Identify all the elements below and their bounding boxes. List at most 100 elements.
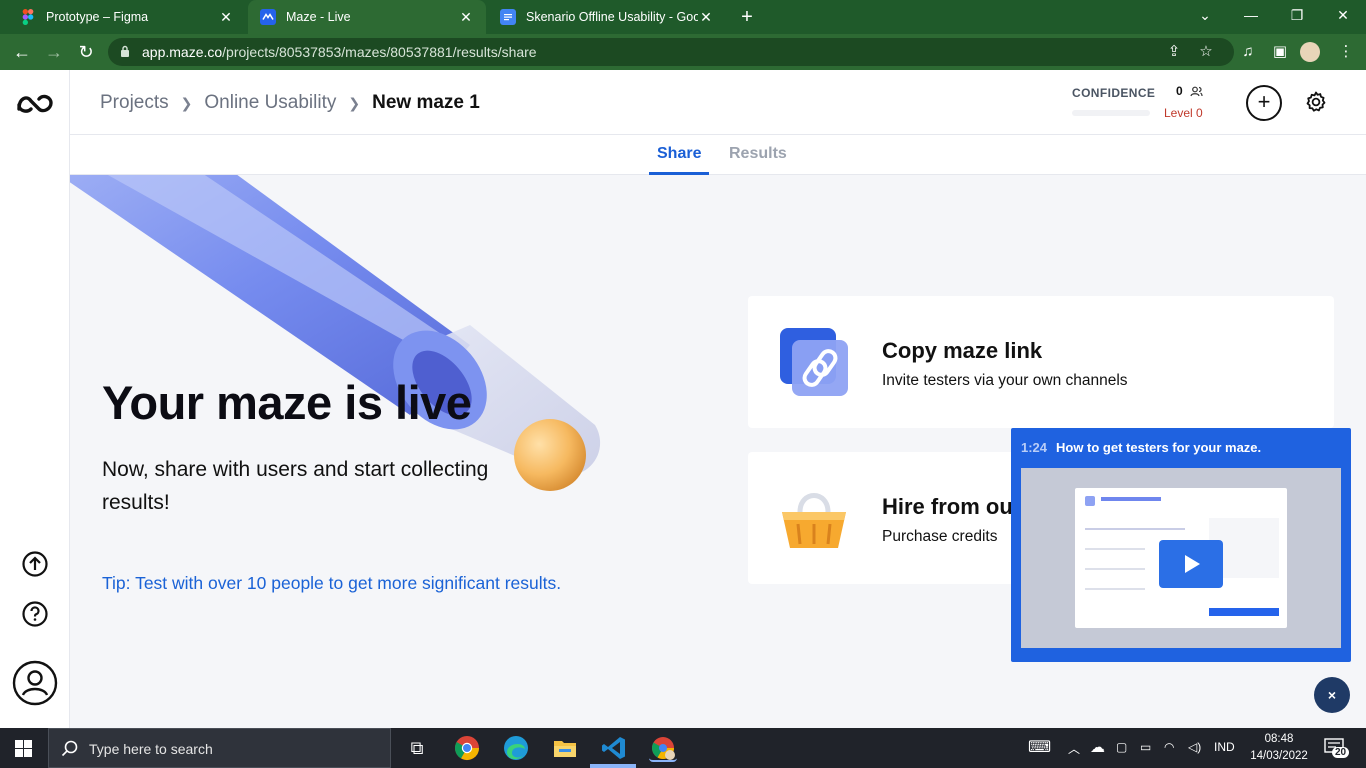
basket-icon [782,493,846,548]
address-bar[interactable]: app.maze.co/projects/80537853/mazes/8053… [108,38,1234,66]
confidence-label: CONFIDENCE [1072,86,1156,100]
breadcrumb-projects[interactable]: Projects [100,92,169,114]
chevron-right-icon: ❯ [348,94,361,111]
confidence-level: Level 0 [1164,106,1203,120]
edge-icon[interactable] [502,734,530,762]
browser-toolbar: ← → ↻ app.maze.co/projects/80537853/maze… [0,34,1366,70]
breadcrumb: Projects ❯ Online Usability ❯ New maze 1 [100,92,480,114]
close-window-button[interactable]: ✕ [1320,0,1366,34]
page-tabs: Share Results [70,135,1366,175]
search-icon [61,740,78,757]
tip-text: Tip: Test with over 10 people to get mor… [102,573,562,593]
taskbar-search[interactable]: Type here to search [48,728,391,768]
screen: Prototype – Figma ✕ Maze - Live ✕ Skenar… [0,0,1366,768]
video-duration: 1:24 [1021,440,1048,455]
chevron-right-icon: ❯ [180,94,193,111]
task-view-icon[interactable]: ⧉ [403,734,431,762]
forward-icon[interactable]: → [42,40,66,64]
url-text: app.maze.co/projects/80537853/mazes/8053… [142,44,537,60]
link-icon [780,328,848,396]
language-indicator[interactable]: IND [1214,740,1235,754]
tab-title: Maze - Live [286,10,351,24]
share-icon[interactable]: ⇪ [1164,42,1184,62]
browser-menu-icon[interactable]: ⋮ [1336,42,1356,62]
help-icon[interactable] [21,600,49,628]
chrome-profile-icon[interactable] [649,734,677,762]
file-explorer-icon[interactable] [551,734,579,762]
new-tab-button[interactable]: + [736,6,758,28]
url-host: app.maze.co [142,44,223,60]
meet-icon[interactable]: ▢ [1116,740,1127,754]
restore-button[interactable]: ❐ [1274,0,1320,34]
chrome-icon[interactable] [453,734,481,762]
url-path: /projects/80537853/mazes/80537881/result… [222,44,537,60]
left-sidebar [0,70,70,728]
browser-tab-figma[interactable]: Prototype – Figma ✕ [8,0,246,34]
close-tab-icon[interactable]: ✕ [218,9,234,26]
tab-results[interactable]: Results [729,145,787,163]
profile-avatar[interactable] [1300,42,1320,62]
video-title: How to get testers for your maze. [1056,440,1262,455]
wifi-icon[interactable]: ◠ [1164,740,1174,754]
minimize-button[interactable]: — [1228,0,1274,34]
close-video-button[interactable]: × [1314,677,1350,713]
show-hidden-icons[interactable]: ︿ [1068,740,1080,757]
video-popup[interactable]: 1:24 How to get testers for your maze. [1011,428,1351,662]
user-account-icon[interactable] [12,660,58,706]
lock-icon [121,45,129,57]
google-docs-icon [500,9,516,25]
clock-time: 08:48 [1264,733,1294,745]
copy-link-subtitle: Invite testers via your own channels [882,372,1128,389]
figma-icon [20,9,36,25]
hire-title: Hire from ou [882,494,1013,519]
add-button[interactable]: + [1246,85,1282,121]
people-icon [1190,86,1203,97]
tab-search-icon[interactable]: ⌄ [1182,0,1228,34]
video-thumbnail[interactable] [1021,468,1341,648]
browser-tab-docs[interactable]: Skenario Offline Usability - Goog ✕ [488,0,726,34]
tester-count: 0 [1176,84,1183,98]
browser-tab-maze[interactable]: Maze - Live ✕ [248,0,486,34]
live-headline: Your maze is live [102,376,472,429]
active-app-indicator [590,764,636,768]
maze-icon [260,9,276,25]
confidence-meter[interactable]: CONFIDENCE 0 Level 0 [1072,84,1212,120]
browser-tabstrip: Prototype – Figma ✕ Maze - Live ✕ Skenar… [0,0,1366,34]
hire-subtitle: Purchase credits [882,528,998,545]
windows-taskbar: Type here to search ⧉ ⌨ ︿ ☁ ▢ ▭ ◠ ◁) IND… [0,728,1366,768]
confidence-bar [1072,110,1150,116]
play-button[interactable] [1159,540,1223,588]
notification-center[interactable]: 20 [1324,738,1350,758]
reload-icon[interactable]: ↻ [74,40,98,64]
play-icon [1185,555,1200,573]
search-placeholder: Type here to search [89,741,213,757]
back-icon[interactable]: ← [10,40,34,64]
clock-date: 14/03/2022 [1250,750,1308,762]
tab-share[interactable]: Share [657,145,701,163]
app-header: Projects ❯ Online Usability ❯ New maze 1… [70,70,1366,135]
breadcrumb-project[interactable]: Online Usability [204,92,336,114]
bookmark-star-icon[interactable]: ☆ [1196,42,1216,62]
battery-icon[interactable]: ▭ [1140,740,1151,754]
copy-link-title: Copy maze link [882,338,1043,363]
keyboard-icon[interactable]: ⌨ [1028,737,1051,757]
close-tab-icon[interactable]: ✕ [698,9,714,26]
tab-title: Prototype – Figma [46,10,149,24]
maze-app: Projects ❯ Online Usability ❯ New maze 1… [0,70,1366,728]
notification-badge: 20 [1332,747,1350,758]
side-panel-icon[interactable]: ▣ [1270,42,1290,62]
maze-logo-icon[interactable] [16,92,54,114]
windows-start-icon[interactable] [15,740,32,757]
breadcrumb-current: New maze 1 [372,92,480,113]
upload-arrow-icon[interactable] [21,550,49,578]
volume-icon[interactable]: ◁) [1188,740,1201,754]
vscode-icon[interactable] [600,734,628,762]
share-subline: Now, share with users and start collecti… [102,458,489,514]
close-tab-icon[interactable]: ✕ [458,9,474,26]
tab-title: Skenario Offline Usability - Goog [526,10,698,24]
gear-icon[interactable] [1304,90,1328,114]
system-clock[interactable]: 08:48 14/03/2022 [1249,731,1309,765]
onedrive-icon[interactable]: ☁ [1090,738,1105,756]
media-control-icon[interactable]: ♫ [1238,42,1258,62]
copy-link-card[interactable]: Copy maze link Invite testers via your o… [748,296,1334,428]
